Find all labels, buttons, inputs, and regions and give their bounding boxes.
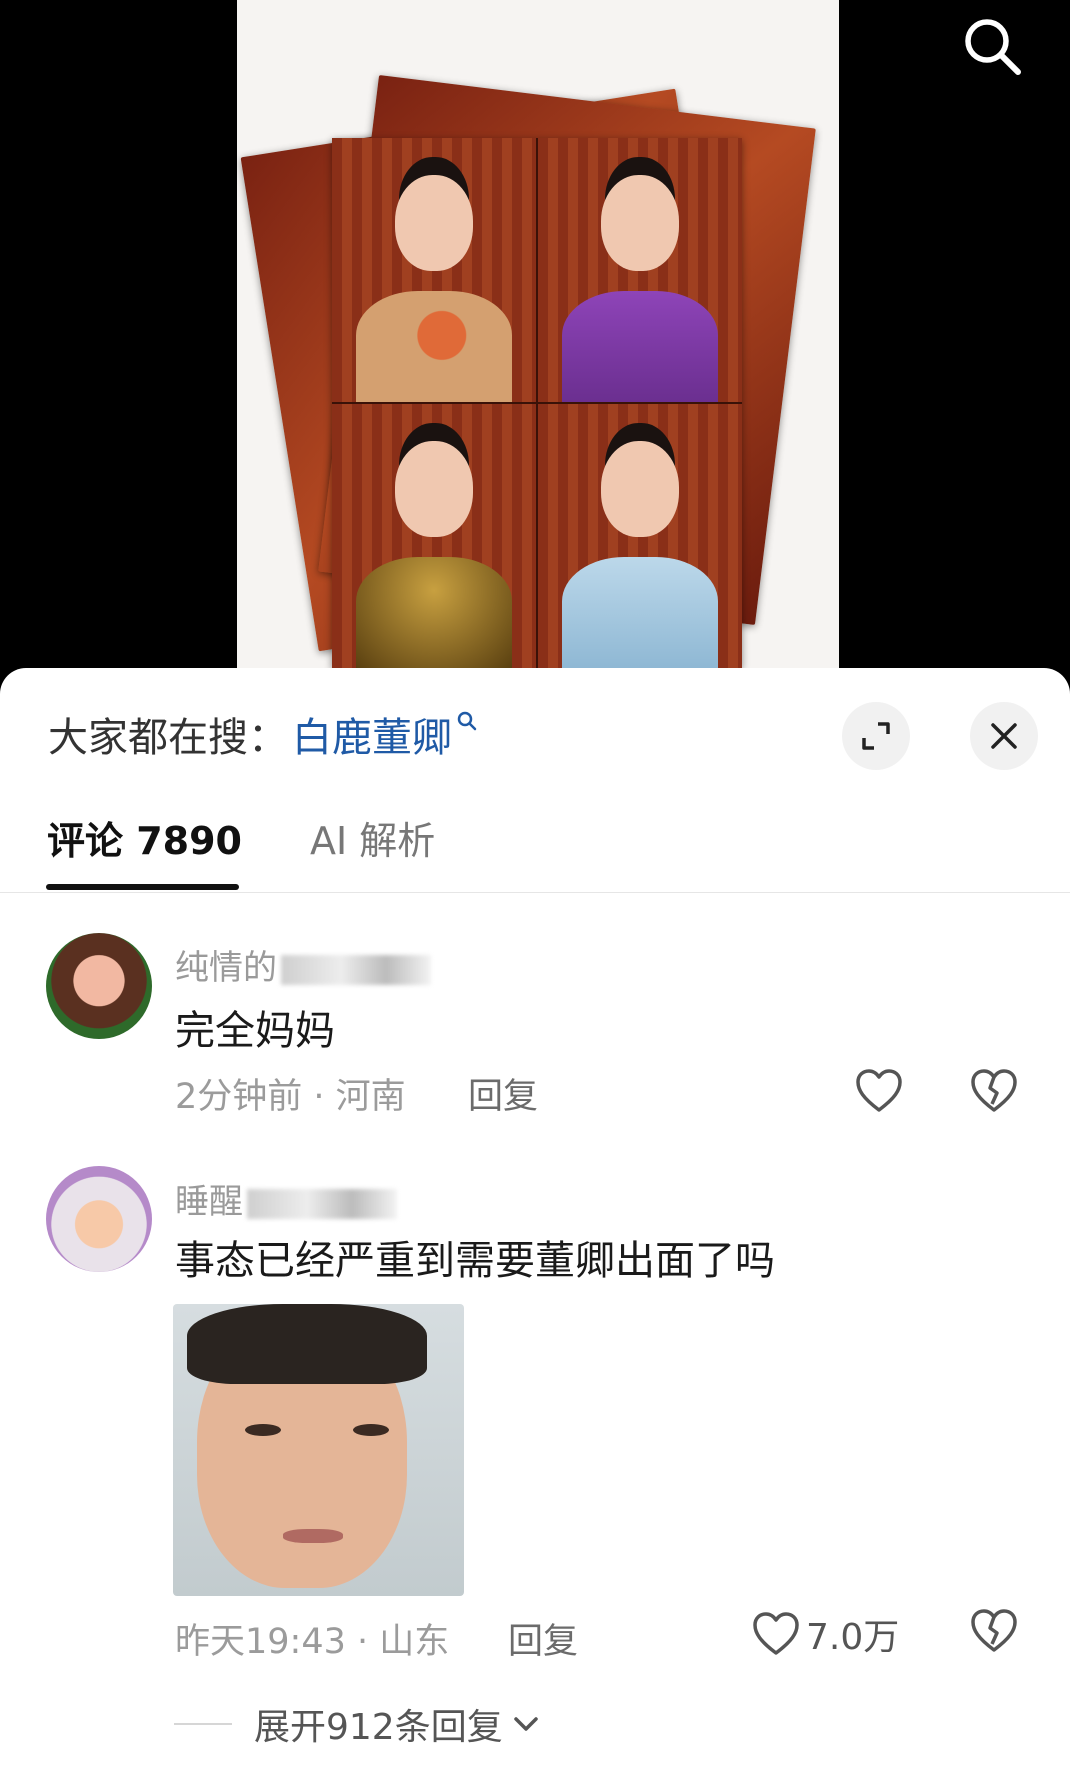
post-media[interactable] bbox=[0, 0, 1070, 680]
dislike-button[interactable] bbox=[970, 1068, 1018, 1118]
heart-icon bbox=[753, 1612, 799, 1655]
photo-tile bbox=[538, 138, 742, 402]
comment-sheet: 大家都在搜： 白鹿董卿 评论 7890 AI 解析 纯情的 完全妈妈 2分钟前 … bbox=[0, 668, 1070, 1782]
comment-text: 完全妈妈 bbox=[175, 1008, 335, 1054]
photo-tile bbox=[332, 404, 536, 668]
search-icon bbox=[965, 19, 1021, 75]
redacted-text bbox=[247, 1188, 397, 1219]
trending-prefix: 大家都在搜： bbox=[48, 715, 288, 761]
broken-heart-icon bbox=[971, 1069, 1017, 1112]
close-icon bbox=[991, 723, 1017, 749]
avatar[interactable] bbox=[46, 933, 152, 1039]
photo-tile bbox=[538, 404, 742, 668]
comment-meta: 2分钟前 · 河南 bbox=[175, 1077, 406, 1117]
comment-meta: 昨天19:43 · 山东 bbox=[175, 1622, 450, 1662]
dislike-button[interactable] bbox=[970, 1608, 1018, 1658]
divider bbox=[174, 1723, 232, 1725]
redacted-text bbox=[281, 954, 431, 985]
trending-keyword[interactable]: 白鹿董卿 bbox=[292, 705, 452, 763]
like-button[interactable]: 7.0万 bbox=[752, 1608, 899, 1660]
like-count: 7.0万 bbox=[806, 1617, 900, 1658]
comment-image[interactable] bbox=[173, 1304, 464, 1596]
search-button[interactable] bbox=[960, 14, 1026, 80]
close-button[interactable] bbox=[970, 702, 1038, 770]
heart-icon bbox=[856, 1069, 902, 1112]
like-button[interactable] bbox=[855, 1068, 909, 1114]
tab-comments[interactable]: 评论 7890 bbox=[47, 810, 242, 865]
avatar[interactable] bbox=[46, 1166, 152, 1272]
tab-active-indicator bbox=[46, 884, 239, 890]
reply-button[interactable]: 回复 bbox=[508, 1613, 578, 1664]
comment-text: 事态已经严重到需要董卿出面了吗 bbox=[175, 1238, 775, 1284]
tab-bar: 评论 7890 AI 解析 bbox=[0, 788, 1070, 893]
expand-button[interactable] bbox=[842, 702, 910, 770]
photo-collage bbox=[332, 138, 742, 668]
expand-replies-label: 展开912条回复 bbox=[254, 1707, 503, 1748]
comment-username[interactable]: 睡醒 bbox=[175, 1174, 397, 1223]
broken-heart-icon bbox=[971, 1609, 1017, 1652]
expand-icon bbox=[862, 722, 890, 750]
reply-button[interactable]: 回复 bbox=[468, 1068, 538, 1119]
search-icon bbox=[457, 711, 477, 731]
trending-search-bar[interactable]: 大家都在搜： 白鹿董卿 bbox=[48, 704, 478, 764]
chevron-down-icon bbox=[513, 1717, 538, 1731]
comment-username[interactable]: 纯情的 bbox=[175, 940, 431, 989]
tab-ai-analysis[interactable]: AI 解析 bbox=[310, 810, 435, 865]
photo-tile bbox=[332, 138, 536, 402]
expand-replies-button[interactable]: 展开912条回复 bbox=[174, 1698, 543, 1750]
post-image[interactable] bbox=[237, 0, 839, 680]
